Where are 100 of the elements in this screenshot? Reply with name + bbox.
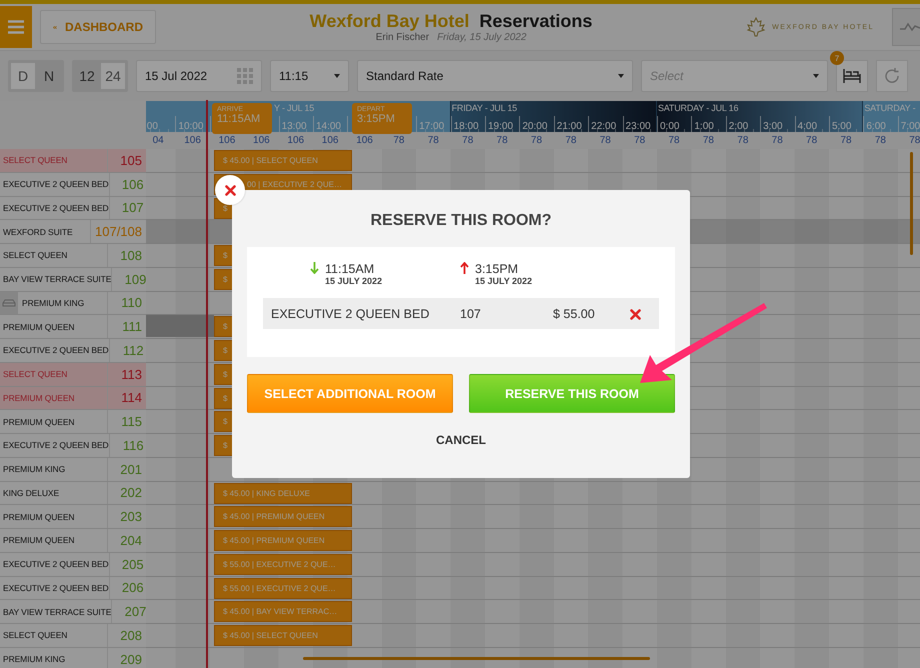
- room-type: PREMIUM KING: [22, 298, 84, 308]
- hour-label: 18:00: [452, 121, 479, 132]
- toggle-option[interactable]: N: [37, 63, 61, 89]
- cancel-link[interactable]: CANCEL: [436, 433, 486, 447]
- availability-count: 78: [668, 135, 680, 146]
- chart-button[interactable]: [892, 8, 920, 46]
- rooms-button[interactable]: [836, 60, 868, 92]
- room-type: EXECUTIVE 2 QUEEN BED: [3, 202, 109, 213]
- room-label[interactable]: BAY VIEW TERRACE SUITE 109: [0, 268, 146, 292]
- room-type: PREMIUM QUEEN: [3, 512, 74, 522]
- caret-icon: [334, 74, 340, 78]
- availability-count: 78: [462, 135, 474, 146]
- menu-icon: [8, 20, 24, 34]
- room-number: 107: [459, 306, 482, 320]
- close-icon: [224, 184, 236, 196]
- room-label[interactable]: SELECT QUEEN 208: [0, 624, 146, 648]
- pulse-icon: [900, 22, 920, 32]
- room-label[interactable]: PREMIUM QUEEN 203: [0, 505, 146, 529]
- room-label[interactable]: EXECUTIVE 2 QUEEN BED 116: [0, 434, 146, 458]
- remove-button[interactable]: [630, 308, 642, 320]
- calendar-grid-icon: [237, 68, 253, 84]
- room-type: PREMIUM QUEEN: [3, 416, 74, 427]
- date-field[interactable]: 15 Jul 2022: [136, 60, 262, 92]
- availability-count: 78: [428, 135, 439, 146]
- room-type: BAY VIEW TERRACE SUITE: [3, 274, 112, 284]
- toggle-option[interactable]: D: [11, 63, 35, 89]
- hour-label: 0:00: [658, 121, 680, 132]
- availability-count: 78: [840, 135, 852, 146]
- user-name: Erin Fischer: [376, 32, 430, 43]
- close-icon: [630, 308, 641, 320]
- availability-count: 78: [393, 135, 404, 146]
- time-value: 11:15: [279, 69, 308, 83]
- date-value: 15 Jul 2022: [145, 69, 208, 83]
- availability-count: 106: [322, 135, 338, 146]
- hour-label: 7:00: [900, 121, 920, 132]
- room-label[interactable]: EXECUTIVE 2 QUEEN BED 205: [0, 552, 146, 576]
- hour-label: 3:00: [762, 121, 783, 132]
- room-label[interactable]: PREMIUM QUEEN 111: [0, 315, 146, 339]
- hour-label: 17:00: [418, 121, 444, 132]
- day-label: SATURDAY - JUL 16: [658, 102, 738, 115]
- room-label[interactable]: PREMIUM KING 201: [0, 458, 146, 482]
- room-label[interactable]: PREMIUM QUEEN 115: [0, 410, 146, 434]
- scrollbar[interactable]: [303, 657, 650, 660]
- departure-time: 3:15PM: [475, 262, 520, 276]
- hour-label: 4:00: [796, 121, 818, 132]
- room-label[interactable]: PREMIUM KING 110: [0, 292, 146, 316]
- room-label[interactable]: EXECUTIVE 2 QUEEN BED 107: [0, 196, 146, 220]
- availability-count: 78: [806, 135, 818, 146]
- availability-count: 78: [702, 135, 714, 146]
- availability-count: 106: [184, 135, 201, 146]
- availability-count: 78: [600, 135, 611, 146]
- departure-date: 15 JULY 2022: [475, 276, 532, 286]
- hour-label: 13:00: [280, 121, 307, 132]
- room-price: $ 55.00: [552, 306, 596, 320]
- scrollbar[interactable]: [910, 152, 913, 255]
- room-type: PREMIUM KING: [3, 464, 66, 474]
- current-date: Friday, 15 July 2022: [437, 32, 526, 43]
- room-type: PREMIUM KING: [3, 654, 66, 664]
- room-label[interactable]: EXECUTIVE 2 QUEEN BED 112: [0, 339, 146, 363]
- menu-button[interactable]: [0, 6, 32, 48]
- marker-time: 11:15AM: [217, 113, 262, 125]
- room-type: PREMIUM QUEEN: [3, 535, 74, 546]
- room-type: PREMIUM QUEEN: [3, 322, 74, 332]
- availability-count: 106: [253, 135, 270, 146]
- arrival-time: 11:15AM: [325, 262, 376, 276]
- availability-count: 78: [874, 135, 886, 146]
- time-select[interactable]: 11:15: [270, 60, 349, 92]
- room-type: KING DELUXE: [3, 488, 60, 498]
- room-label[interactable]: PREMIUM QUEEN 204: [0, 529, 146, 553]
- day-label: FRIDAY - JUL 15: [452, 102, 517, 115]
- room-type: SELECT QUEEN: [3, 250, 68, 260]
- toggle-option[interactable]: 12: [75, 63, 99, 89]
- hour-label: 21:00: [556, 121, 582, 132]
- room-type: PREMIUM QUEEN: [3, 392, 74, 403]
- availability-count: 78: [565, 135, 576, 146]
- room-label[interactable]: BAY VIEW TERRACE SUITE 207: [0, 600, 146, 624]
- rate-value: Standard Rate: [366, 69, 444, 83]
- room-label[interactable]: WEXFORD SUITE 107/108: [0, 220, 146, 244]
- hour-label: 2:00: [728, 121, 748, 132]
- availability-count: 78: [737, 135, 748, 146]
- bed-icon: [842, 68, 862, 84]
- room-type: EXECUTIVE 2 QUEEN BED: [3, 582, 109, 593]
- hour-label: 1:00: [693, 121, 714, 132]
- rate-select[interactable]: Standard Rate: [357, 60, 633, 92]
- maple-leaf-icon: [746, 17, 766, 37]
- room-label[interactable]: EXECUTIVE 2 QUEEN BED 206: [0, 576, 146, 600]
- toggle-option[interactable]: 24: [101, 63, 125, 89]
- room-label[interactable]: KING DELUXE 202: [0, 482, 146, 506]
- dialog-title: RESERVE THIS ROOM?: [370, 212, 552, 230]
- hour-label: :00: [146, 121, 158, 132]
- room-label[interactable]: SELECT QUEEN 108: [0, 244, 146, 268]
- room-type: EXECUTIVE 2 QUEEN BED: [3, 559, 109, 570]
- arrival-date: 15 JULY 2022: [325, 276, 382, 286]
- room-type: BAY VIEW TERRACE SUITE: [3, 606, 112, 617]
- availability-count: 04: [152, 135, 164, 146]
- availability-count: 78: [530, 135, 542, 146]
- hour-label: 5:00: [830, 121, 852, 132]
- refresh-button[interactable]: [876, 60, 908, 92]
- room-label[interactable]: EXECUTIVE 2 QUEEN BED 106: [0, 172, 146, 196]
- hour-label: 14:00: [314, 121, 341, 132]
